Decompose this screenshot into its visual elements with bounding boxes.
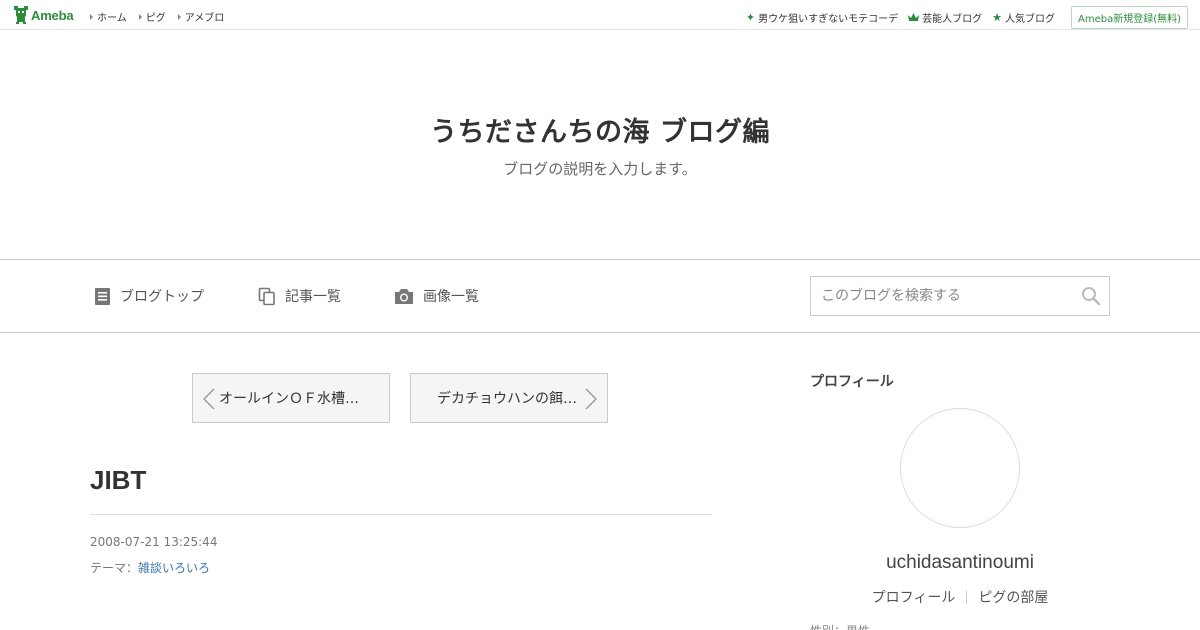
header-promo-links: ✦ 男ウケ狙いすぎないモテコーデ 芸能人ブログ ★ 人気ブログ Ameba新規登録(… <box>746 6 1188 29</box>
blog-title[interactable]: うちださんちの海 ブログ編 <box>0 110 1200 149</box>
camera-icon <box>395 288 413 304</box>
profile-link[interactable]: プロフィール <box>872 587 956 607</box>
entry-theme-link[interactable]: 雑談いろいろ <box>138 561 210 575</box>
promo-link-label: 芸能人ブログ <box>922 14 983 25</box>
prev-entry-title: オールインＯＦ水槽… <box>219 391 359 407</box>
global-nav-pigg[interactable]: ピグ <box>138 9 166 24</box>
search-icon[interactable] <box>1081 286 1101 306</box>
ameba-mascot-icon <box>14 6 28 24</box>
global-nav-label: ホーム <box>97 13 127 24</box>
star-icon: ★ <box>992 11 1002 24</box>
next-entry-title: デカチョウハンの餌… <box>437 391 577 407</box>
pigg-room-link[interactable]: ピグの部屋 <box>978 587 1048 607</box>
global-nav-label: ピグ <box>145 13 166 24</box>
global-nav-home[interactable]: ホーム <box>90 9 127 24</box>
nav-blog-top[interactable]: ブログトップ <box>94 286 204 306</box>
document-icon <box>95 287 110 305</box>
global-nav: ホーム ピグ アメブロ <box>90 9 224 24</box>
blog-nav: ブログトップ 記事一覧 画像一覧 <box>0 259 1200 333</box>
nav-image-list[interactable]: 画像一覧 <box>394 286 479 306</box>
prev-entry-button[interactable]: オールインＯＦ水槽… <box>192 373 390 423</box>
nav-label: 画像一覧 <box>423 289 479 305</box>
promo-link-label: 男ウケ狙いすぎないモテコーデ <box>758 14 899 25</box>
promo-link-popular-blog[interactable]: ★ 人気ブログ <box>992 10 1055 25</box>
ameba-logo[interactable]: Ameba <box>14 6 74 24</box>
profile-gender: 性別：男性 <box>810 622 870 630</box>
blog-description: ブログの説明を入力します。 <box>503 160 697 178</box>
blog-search <box>810 276 1110 316</box>
profile-links: プロフィール ピグの部屋 <box>810 587 1110 607</box>
divider <box>966 590 968 604</box>
sidebar-profile-heading: プロフィール <box>810 374 894 390</box>
ameba-logo-text: Ameba <box>31 7 74 23</box>
ameba-header-bar: Ameba ホーム ピグ アメブロ ✦ 男ウケ狙いすぎないモテコーデ 芸能人ブログ… <box>0 0 1200 30</box>
sparkle-icon: ✦ <box>745 11 756 24</box>
entry-title[interactable]: JIBT <box>90 465 146 496</box>
search-input[interactable] <box>811 277 1071 315</box>
copy-icon <box>258 287 275 305</box>
entry-divider <box>90 514 711 515</box>
nav-label: 記事一覧 <box>285 289 341 305</box>
global-nav-label: アメブロ <box>184 13 225 24</box>
register-button[interactable]: Ameba新規登録(無料) <box>1070 6 1188 29</box>
promo-link-celebrity-blog[interactable]: 芸能人ブログ <box>908 10 982 25</box>
global-nav-ameblo[interactable]: アメブロ <box>177 9 225 24</box>
avatar[interactable] <box>900 408 1020 528</box>
profile-nickname[interactable]: uchidasantinoumi <box>810 552 1110 574</box>
chevron-left-icon <box>203 388 215 410</box>
triangle-right-icon <box>138 13 142 20</box>
entry-theme-prefix: テーマ： <box>90 561 139 575</box>
triangle-right-icon <box>90 13 93 20</box>
triangle-right-icon <box>177 13 181 20</box>
promo-link-fashion[interactable]: ✦ 男ウケ狙いすぎないモテコーデ <box>746 10 898 25</box>
promo-link-label: 人気ブログ <box>1004 14 1055 25</box>
blog-header: うちださんちの海 ブログ編 ブログの説明を入力します。 <box>0 30 1200 260</box>
nav-label: ブログトップ <box>120 289 204 305</box>
entry-date: 2008-07-21 13:25:44 <box>90 535 218 549</box>
crown-icon <box>908 13 920 21</box>
next-entry-button[interactable]: デカチョウハンの餌… <box>410 373 608 423</box>
nav-entry-list[interactable]: 記事一覧 <box>258 286 341 306</box>
chevron-right-icon <box>585 388 597 410</box>
entry-theme: テーマ：雑談いろいろ <box>90 559 210 576</box>
